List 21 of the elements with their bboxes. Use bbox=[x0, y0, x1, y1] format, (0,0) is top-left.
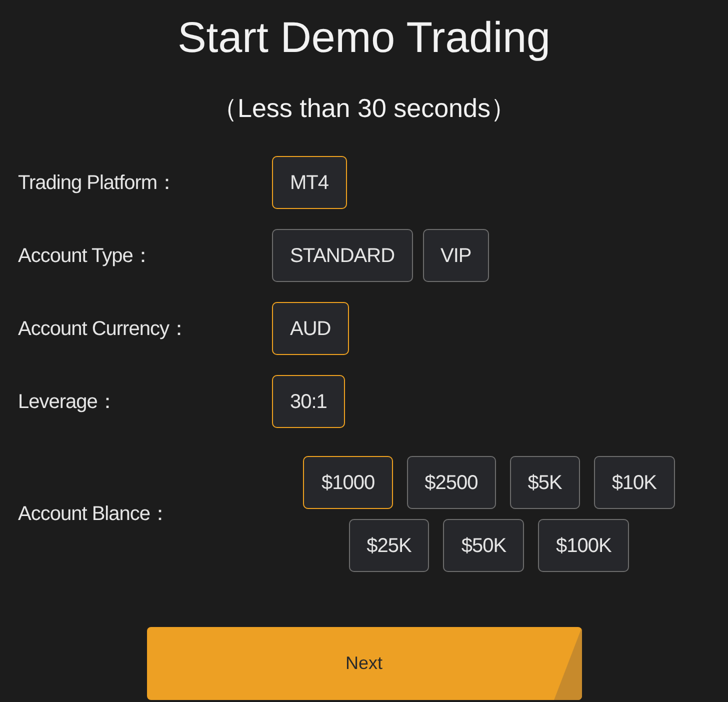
option-button[interactable]: MT4 bbox=[272, 156, 346, 209]
field-label: Account Type： bbox=[17, 244, 154, 268]
option-button[interactable]: $100K bbox=[538, 519, 630, 572]
option-button[interactable]: $10K bbox=[594, 456, 675, 509]
field-label: Account Blance： bbox=[17, 502, 170, 527]
option-button[interactable]: VIP bbox=[422, 229, 490, 282]
field-label: Leverage： bbox=[17, 390, 118, 414]
field-label: Account Currency： bbox=[17, 316, 190, 342]
option-button[interactable]: $2500 bbox=[406, 456, 496, 509]
field-label: Trading Platform： bbox=[17, 170, 178, 196]
next-button[interactable]: Next bbox=[146, 627, 582, 700]
option-button[interactable]: 30:1 bbox=[272, 375, 345, 428]
option-button[interactable]: $5K bbox=[510, 456, 580, 509]
page-title: Start Demo Trading bbox=[178, 13, 550, 64]
corner-shade-icon bbox=[554, 627, 582, 700]
option-button[interactable]: STANDARD bbox=[272, 229, 413, 282]
option-button[interactable]: $25K bbox=[348, 519, 430, 572]
option-button[interactable]: AUD bbox=[272, 302, 349, 355]
page-subtitle: （Less than 30 seconds） bbox=[212, 92, 516, 124]
option-button[interactable]: $1000 bbox=[303, 456, 393, 509]
option-button[interactable]: $50K bbox=[443, 519, 524, 572]
